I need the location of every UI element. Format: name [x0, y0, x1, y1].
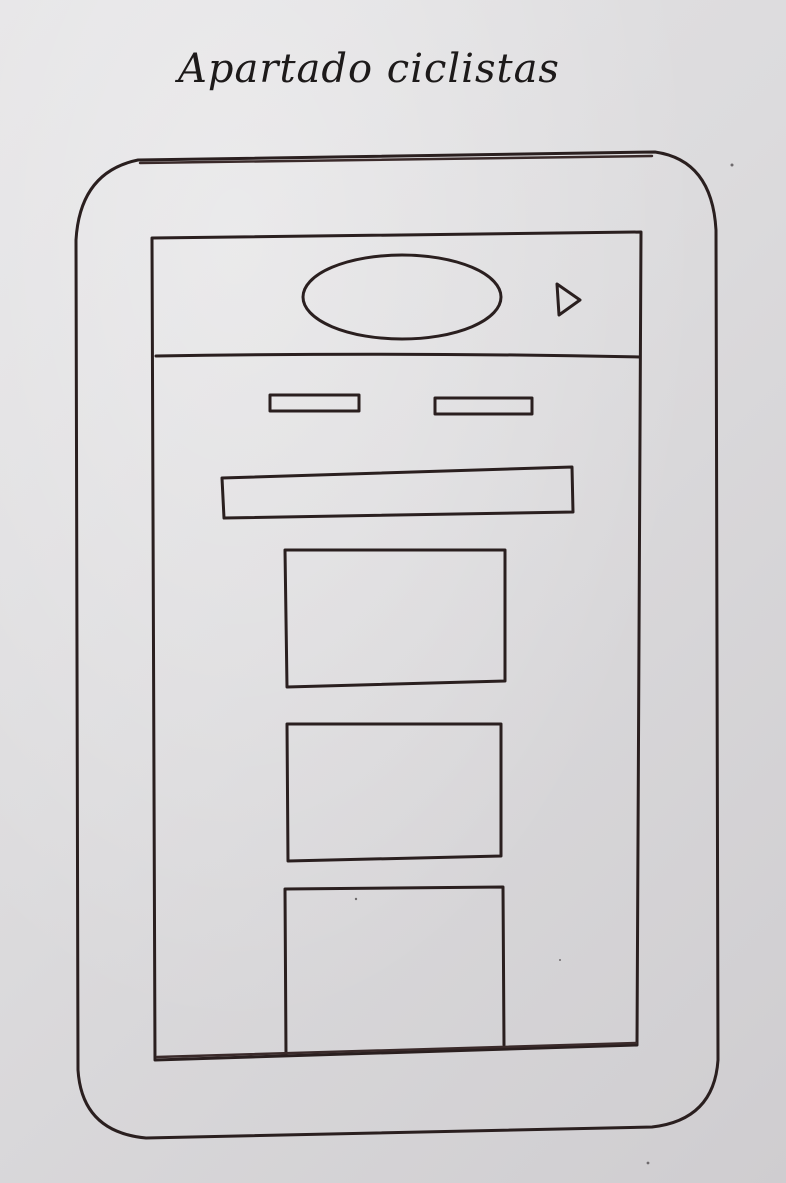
- content-card-3[interactable]: [283, 885, 506, 1057]
- search-bar-placeholder[interactable]: [220, 465, 575, 520]
- content-card-2[interactable]: [285, 722, 503, 863]
- nav-tab-right[interactable]: [433, 396, 534, 416]
- paper-speck: [646, 1161, 650, 1165]
- wireframe-sketch: [74, 150, 734, 1165]
- paper-speck: [559, 959, 561, 961]
- header-divider: [154, 352, 642, 359]
- phone-frame: [74, 150, 720, 1140]
- content-card-1[interactable]: [283, 548, 507, 689]
- header-logo-placeholder: [301, 253, 503, 341]
- paper-speck: [730, 163, 734, 167]
- paper-speck: [354, 897, 358, 901]
- screen-echo: [155, 1041, 638, 1059]
- play-triangle-icon[interactable]: [555, 282, 582, 317]
- nav-tab-left[interactable]: [268, 393, 361, 413]
